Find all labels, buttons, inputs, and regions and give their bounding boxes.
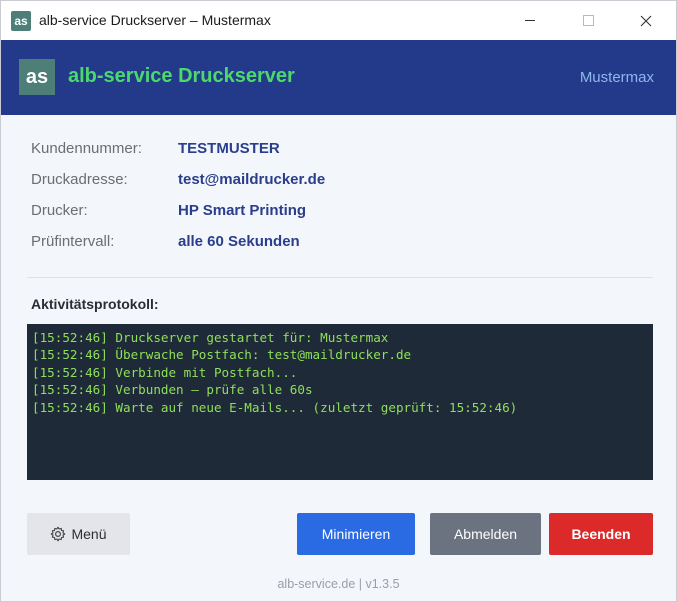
info-label: Druckadresse: bbox=[31, 171, 128, 188]
quit-button[interactable]: Beenden bbox=[549, 513, 653, 555]
log-line: [15:52:46] Warte auf neue E-Mails... (zu… bbox=[32, 399, 518, 415]
info-value: HP Smart Printing bbox=[178, 202, 307, 219]
menu-button[interactable]: Menü bbox=[27, 513, 130, 555]
window-title: alb-service Druckserver – Mustermax bbox=[39, 12, 271, 28]
activity-log-label: Aktivitätsprotokoll: bbox=[31, 296, 159, 312]
minimize-button[interactable]: Minimieren bbox=[297, 513, 415, 555]
info-label: Drucker: bbox=[31, 202, 88, 219]
logout-button[interactable]: Abmelden bbox=[430, 513, 541, 555]
info-value: TESTMUSTER bbox=[178, 140, 280, 157]
app-window: as alb-service Druckserver – Mustermax a… bbox=[0, 0, 677, 602]
app-header: as alb-service Druckserver Mustermax bbox=[1, 40, 676, 115]
app-title: alb-service Druckserver bbox=[68, 65, 295, 87]
minimize-icon bbox=[525, 20, 535, 21]
close-icon bbox=[640, 15, 652, 26]
log-line: [15:52:46] Druckserver gestartet für: Mu… bbox=[32, 330, 389, 345]
info-value: alle 60 Sekunden bbox=[178, 233, 300, 250]
divider bbox=[27, 277, 653, 278]
activity-log[interactable]: [15:52:46] Druckserver gestartet für: Mu… bbox=[27, 324, 653, 480]
user-name: Mustermax bbox=[579, 69, 654, 86]
app-icon: as bbox=[11, 11, 31, 31]
close-window-button[interactable] bbox=[623, 1, 669, 40]
info-label: Kundennummer: bbox=[31, 140, 142, 157]
log-line: [15:52:46] Verbinde mit Postfach... bbox=[32, 364, 298, 380]
log-line: [15:52:46] Verbunden – prüfe alle 60s bbox=[32, 382, 313, 398]
minimize-window-button[interactable] bbox=[507, 1, 553, 40]
logo: as bbox=[19, 59, 55, 95]
menu-button-label: Menü bbox=[71, 526, 107, 542]
maximize-icon bbox=[582, 15, 594, 26]
log-line: [15:52:46] Überwache Postfach: test@mail… bbox=[32, 347, 412, 363]
maximize-window-button[interactable] bbox=[565, 1, 611, 40]
gear-icon bbox=[51, 526, 66, 542]
title-bar[interactable]: as alb-service Druckserver – Mustermax bbox=[1, 1, 676, 40]
info-label: Prüfintervall: bbox=[31, 233, 115, 250]
footer-version: alb-service.de | v1.3.5 bbox=[277, 577, 400, 591]
info-value: test@maildrucker.de bbox=[178, 171, 326, 188]
